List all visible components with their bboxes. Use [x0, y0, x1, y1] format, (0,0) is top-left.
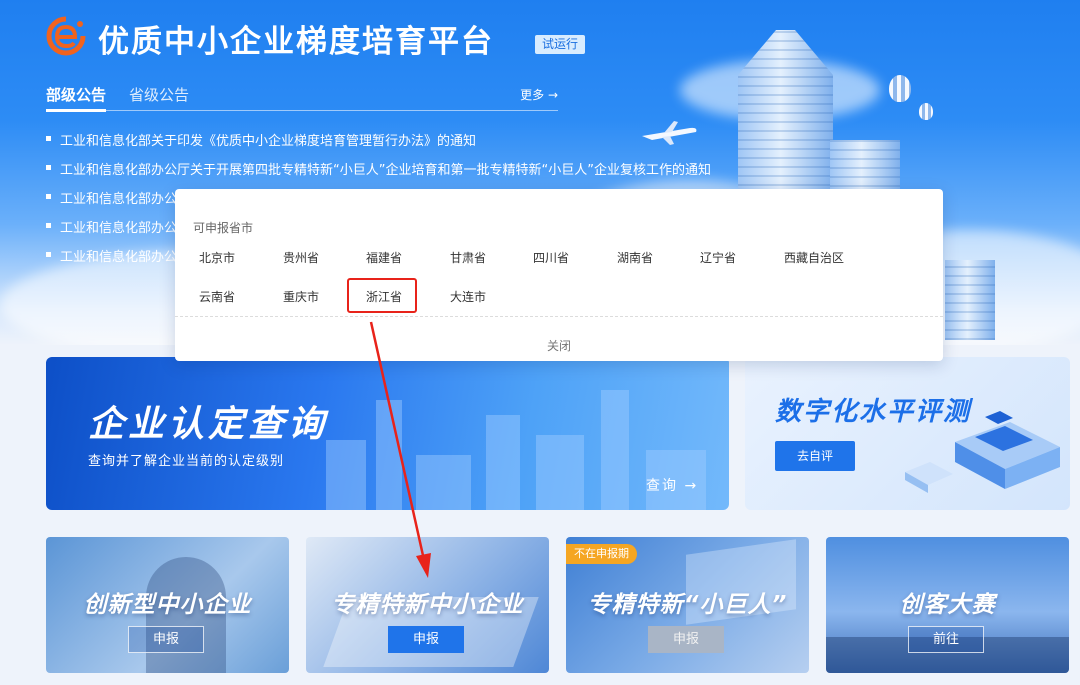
announcement-item[interactable]: 工业和信息化部关于印发《优质中小企业梯度培育管理暂行办法》的通知	[46, 130, 711, 159]
province-selection-popup: 可申报省市 北京市 贵州省 福建省 甘肃省 四川省 湖南省 辽宁省 西藏自治区 …	[175, 189, 943, 361]
digital-assessment-card: 数字化水平评测 去自评	[745, 357, 1070, 510]
query-card-title: 企业认定查询	[88, 404, 329, 445]
hot-air-balloon-icon	[919, 103, 933, 120]
announcement-tabs: 部级公告 省级公告 更多 →	[46, 84, 558, 112]
announcement-item[interactable]: 工业和信息化部办公厅关于开展第四批专精特新“小巨人”企业培育和第一批专精特新“小…	[46, 159, 711, 188]
tile-maker-contest[interactable]: 创客大赛 前往	[826, 537, 1069, 673]
status-badge: 不在申报期	[566, 544, 637, 564]
province-option[interactable]: 北京市	[199, 249, 235, 266]
self-assess-button[interactable]: 去自评	[775, 441, 855, 471]
tile-title: 创客大赛	[899, 592, 996, 618]
province-option[interactable]: 云南省	[199, 288, 235, 305]
tile-specialized-sme[interactable]: 专精特新中小企业 申报	[306, 537, 549, 673]
skyscraper-illustration	[945, 260, 995, 340]
tile-title: 专精特新中小企业	[331, 592, 524, 618]
building-decoration	[601, 390, 629, 510]
apply-button[interactable]: 申报	[388, 626, 464, 653]
province-option[interactable]: 大连市	[450, 288, 486, 305]
more-link[interactable]: 更多 →	[520, 86, 558, 103]
tab-provincial-announcements[interactable]: 省级公告	[129, 84, 189, 105]
province-option[interactable]: 贵州省	[283, 249, 319, 266]
building-decoration	[326, 440, 366, 510]
building-decoration	[536, 435, 584, 510]
tile-title: 创新型中小企业	[83, 592, 252, 618]
apply-button-disabled: 申报	[648, 626, 724, 653]
query-card-subtitle: 查询并了解企业当前的认定级别	[88, 454, 285, 469]
isometric-platform-illustration	[905, 411, 1060, 493]
province-option[interactable]: 甘肃省	[450, 249, 486, 266]
tile-innovative-sme[interactable]: 创新型中小企业 申报	[46, 537, 289, 673]
province-option[interactable]: 湖南省	[617, 249, 653, 266]
apply-button[interactable]: 申报	[128, 626, 204, 653]
province-option[interactable]: 福建省	[366, 249, 402, 266]
building-decoration	[416, 455, 471, 510]
hot-air-balloon-icon	[889, 75, 911, 102]
trial-badge: 试运行	[535, 35, 586, 54]
site-title: 优质中小企业梯度培育平台	[98, 24, 494, 60]
enterprise-query-card[interactable]: 企业认定查询 查询并了解企业当前的认定级别 查询 →	[46, 357, 729, 510]
highlight-box	[347, 278, 417, 313]
tab-ministry-announcements[interactable]: 部级公告	[46, 84, 107, 112]
province-option[interactable]: 辽宁省	[700, 249, 736, 266]
building-decoration	[376, 400, 402, 510]
popup-divider	[175, 316, 943, 317]
building-decoration	[486, 415, 520, 510]
province-option[interactable]: 四川省	[533, 249, 569, 266]
province-option[interactable]: 重庆市	[283, 288, 319, 305]
tile-title: 专精特新“小巨人”	[587, 592, 788, 618]
platform-logo-icon	[46, 16, 86, 56]
go-button[interactable]: 前往	[908, 626, 984, 653]
close-button[interactable]: 关闭	[175, 337, 943, 354]
province-option[interactable]: 西藏自治区	[784, 249, 844, 266]
popup-heading: 可申报省市	[193, 221, 254, 235]
tile-little-giant[interactable]: 不在申报期 专精特新“小巨人” 申报	[566, 537, 809, 673]
query-button[interactable]: 查询 →	[646, 475, 698, 495]
